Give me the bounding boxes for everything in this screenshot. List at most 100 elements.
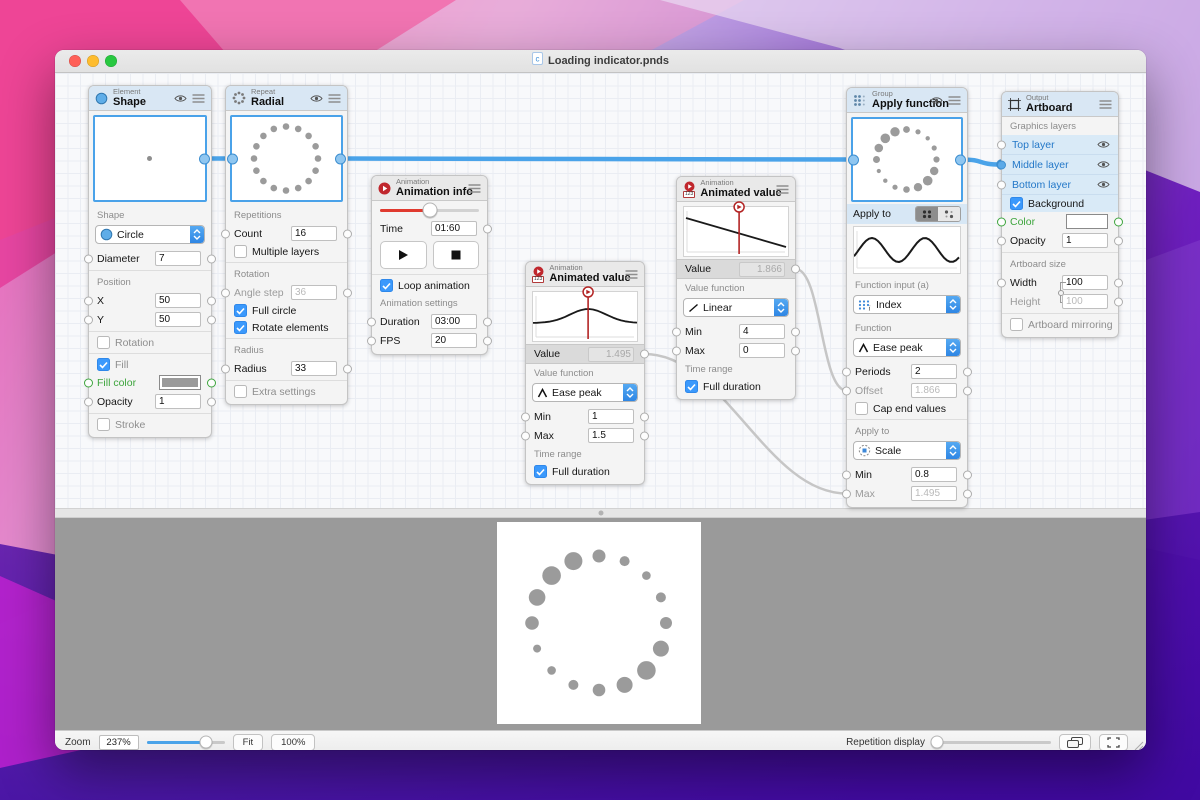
port[interactable] [221,288,230,297]
time-slider-knob[interactable] [423,203,438,218]
port[interactable] [84,254,93,263]
node-animinfo[interactable]: AnimationAnimation infoTime01:60Loop ani… [371,175,488,355]
port[interactable] [521,431,530,440]
port[interactable] [1114,236,1123,245]
zoom-slider[interactable] [147,741,225,744]
checkbox-multiple-layers[interactable] [234,245,247,258]
split-divider[interactable] [55,508,1146,518]
color-swatch[interactable] [1066,214,1108,229]
color-swatch[interactable] [159,375,201,390]
port[interactable] [848,154,859,165]
port[interactable] [207,378,216,387]
port[interactable] [343,288,352,297]
node-header[interactable]: OutputArtboard [1002,92,1118,117]
dropdown-circle[interactable]: Circle [95,225,205,244]
port[interactable] [483,336,492,345]
field-input[interactable]: 1 [1062,233,1108,248]
time-slider[interactable] [380,209,479,212]
port[interactable] [672,346,681,355]
layer-row-top-layer[interactable]: Top layer [1002,135,1118,155]
port[interactable] [997,217,1006,226]
checkbox-background[interactable] [1010,197,1023,210]
port[interactable] [207,296,216,305]
port[interactable] [640,350,649,359]
dropdown-stepper-icon[interactable] [946,442,960,459]
zoom-value-input[interactable]: 237% [99,735,139,750]
field-input[interactable]: 7 [155,251,201,266]
menu-icon[interactable] [776,185,789,194]
port[interactable] [483,317,492,326]
port[interactable] [672,327,681,336]
port[interactable] [483,224,492,233]
menu-icon[interactable] [328,94,341,103]
resize-grip[interactable] [1132,739,1144,750]
port[interactable] [367,317,376,326]
checkbox-loop-animation[interactable] [380,279,393,292]
segment-all-elements-icon[interactable] [916,207,938,221]
field-input[interactable]: 50 [155,312,201,327]
port[interactable] [640,431,649,440]
menu-icon[interactable] [948,96,961,105]
wire-av2-out-to-applyfn-offset[interactable] [796,269,847,391]
node-header[interactable]: RepeatRadial [226,86,347,111]
divider-handle[interactable] [598,511,603,516]
port[interactable] [963,470,972,479]
port[interactable] [367,336,376,345]
port[interactable] [207,254,216,263]
slider-knob[interactable] [199,736,212,749]
layer-row-bottom-layer[interactable]: Bottom layer [1002,175,1118,195]
port[interactable] [84,378,93,387]
dropdown-scale[interactable]: Scale [853,441,961,460]
node-header[interactable]: ElementShape [89,86,211,111]
dropdown-stepper-icon[interactable] [946,339,960,356]
port[interactable] [84,397,93,406]
port[interactable] [199,153,210,164]
port[interactable] [221,229,230,238]
port[interactable] [84,296,93,305]
field-input[interactable]: 1.5 [588,428,634,443]
port[interactable] [207,315,216,324]
field-input[interactable]: 01:60 [431,221,477,236]
node-av2[interactable]: 123AnimationAnimated valueValue1.866Valu… [676,176,796,400]
port[interactable] [335,153,346,164]
port[interactable] [207,397,216,406]
checkbox-stroke[interactable] [97,418,110,431]
checkbox-rotate-elements[interactable] [234,321,247,334]
field-input[interactable]: 0.8 [911,467,957,482]
node-av1[interactable]: 123AnimationAnimated valueValue1.495Valu… [525,261,645,485]
checkbox-fill[interactable] [97,358,110,371]
checkbox-artboard-mirroring[interactable] [1010,318,1023,331]
port[interactable] [997,140,1006,149]
menu-icon[interactable] [1099,100,1112,109]
node-artboard[interactable]: OutputArtboardGraphics layersTop layerMi… [1001,91,1119,338]
checkbox-full-duration[interactable] [534,465,547,478]
port[interactable] [842,470,851,479]
node-canvas[interactable]: ElementShapeShapeCircleDiameter7Position… [55,73,1146,508]
hundred-percent-button[interactable]: 100% [271,734,315,751]
menu-icon[interactable] [468,184,481,193]
field-input[interactable]: 4 [739,324,785,339]
wire-radial-out-to-applyfn-in[interactable] [341,159,854,160]
eye-icon[interactable] [1097,180,1110,189]
repetition-overlay-button[interactable] [1059,734,1091,751]
eye-icon[interactable] [310,94,323,103]
title-bar[interactable]: c Loading indicator.pnds [55,50,1146,73]
field-input[interactable]: 50 [155,293,201,308]
port[interactable] [1114,217,1123,226]
node-radial[interactable]: RepeatRadialRepetitionsCount16Multiple l… [225,85,348,405]
field-input[interactable]: 2 [911,364,957,379]
port[interactable] [955,154,966,165]
node-shape[interactable]: ElementShapeShapeCircleDiameter7Position… [88,85,212,438]
node-applyfn[interactable]: GroupApply functionApply toFunction inpu… [846,87,968,508]
port[interactable] [227,153,238,164]
node-header[interactable]: 123AnimationAnimated value [677,177,795,202]
menu-icon[interactable] [625,270,638,279]
checkbox-extra-settings[interactable] [234,385,247,398]
eye-icon[interactable] [1097,140,1110,149]
port[interactable] [84,315,93,324]
close-button[interactable] [69,55,81,67]
field-input[interactable]: 0 [739,343,785,358]
port[interactable] [1114,297,1123,306]
dropdown-stepper-icon[interactable] [190,226,204,243]
field-input[interactable]: 33 [291,361,337,376]
